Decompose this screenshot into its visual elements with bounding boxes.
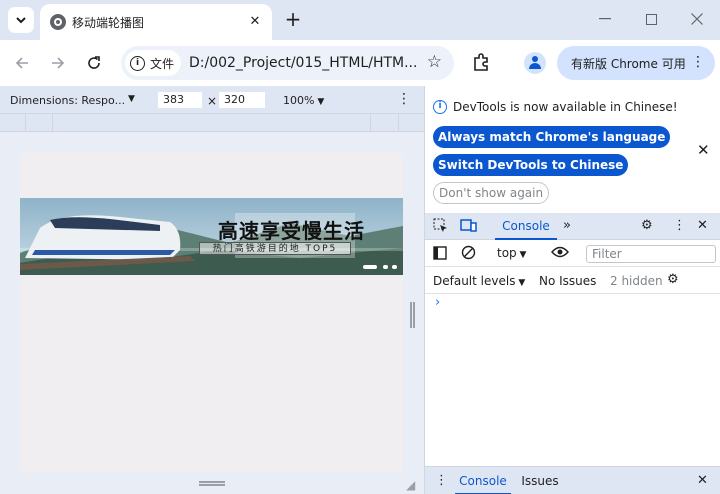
eye-icon[interactable] <box>551 245 569 263</box>
close-icon[interactable]: ✕ <box>697 141 710 159</box>
device-viewport-area: ◢ <box>0 132 424 494</box>
update-label: 有新版 Chrome 可用 <box>571 56 686 71</box>
banner-subtitle: 热门高铁游目的地 TOP5 <box>199 242 351 255</box>
new-tab-button[interactable]: + <box>282 7 304 31</box>
devtools-tabbar: Console » ⚙ ⋮ ✕ <box>425 213 720 240</box>
site-info-chip[interactable]: i 文件 <box>125 50 181 76</box>
site-chip-label: 文件 <box>150 56 175 71</box>
tab-console[interactable]: Console <box>495 213 557 240</box>
devtools-panel: i DevTools is now available in Chinese! … <box>424 86 720 494</box>
close-drawer-icon[interactable]: ✕ <box>697 473 708 488</box>
dimensions-select[interactable]: Dimensions: Respo... <box>10 94 125 107</box>
banner-title: 高速享受慢生活 <box>218 219 365 243</box>
inspect-element-icon[interactable] <box>433 218 448 237</box>
extensions-icon[interactable] <box>470 51 492 73</box>
caret-down-icon: ▼ <box>314 97 325 107</box>
levels-value: Default levels <box>433 274 516 288</box>
dont-show-again-button[interactable]: Don't show again <box>433 182 550 204</box>
tab-title: 移动端轮播图 <box>72 16 145 30</box>
drawer-tab-issues[interactable]: Issues <box>517 467 563 494</box>
notice-text: DevTools is now available in Chinese! <box>453 100 678 114</box>
carousel-dot[interactable] <box>383 265 388 269</box>
carousel-dot-active[interactable] <box>363 265 377 269</box>
filter-input[interactable]: Filter <box>586 245 716 263</box>
more-menu-icon[interactable]: ⋮ <box>691 54 705 70</box>
update-chrome-button[interactable]: 有新版 Chrome 可用 ⋮ <box>557 46 715 80</box>
maximize-icon[interactable] <box>639 8 663 30</box>
minimize-icon[interactable] <box>593 8 617 30</box>
browser-tab[interactable]: 移动端轮播图 ✕ <box>40 4 272 40</box>
tab-search-button[interactable] <box>8 7 34 33</box>
width-input[interactable]: 383 <box>158 92 202 108</box>
more-options-icon[interactable]: ⋮ <box>397 91 411 107</box>
context-select[interactable]: top ▼ <box>497 246 526 260</box>
more-tabs-icon[interactable]: » <box>563 218 571 233</box>
carousel-banner[interactable]: 高速享受慢生活 热门高铁游目的地 TOP5 <box>20 198 403 275</box>
window-close-icon[interactable] <box>685 8 709 30</box>
arrow-left-icon <box>15 57 28 69</box>
globe-icon <box>50 14 66 30</box>
tab-strip: 移动端轮播图 ✕ + <box>0 0 720 40</box>
resize-handle-right[interactable] <box>410 302 415 328</box>
forward-button[interactable] <box>46 51 70 75</box>
console-prompt-icon[interactable]: › <box>435 295 440 310</box>
zoom-select[interactable]: 100% ▼ <box>283 94 324 107</box>
media-query-ruler <box>0 114 424 132</box>
arrow-right-icon <box>52 57 65 69</box>
reload-icon <box>88 56 100 69</box>
sidebar-toggle-icon[interactable] <box>433 246 447 264</box>
switch-chinese-button[interactable]: Switch DevTools to Chinese <box>433 154 629 176</box>
device-toolbar: Dimensions: Respo... ▼ 383 × 320 100% ▼ … <box>0 86 424 114</box>
resize-handle-bottom[interactable] <box>199 481 225 486</box>
console-toolbar: top ▼ Filter <box>425 240 720 267</box>
chevron-down-icon <box>16 16 26 23</box>
more-options-icon[interactable]: ⋮ <box>435 473 448 488</box>
caret-down-icon: ▼ <box>515 278 526 288</box>
language-notice: i DevTools is now available in Chinese! <box>433 100 678 114</box>
info-icon: i <box>130 55 145 71</box>
url-text[interactable]: D:/002_Project/015_HTML/HTM... <box>189 55 417 71</box>
carousel-dot[interactable] <box>392 265 397 269</box>
caret-down-icon[interactable]: ▼ <box>128 94 135 104</box>
address-bar[interactable]: i 文件 D:/002_Project/015_HTML/HTM... ☆ <box>121 46 454 80</box>
always-match-button[interactable]: Always match Chrome's language <box>433 126 671 148</box>
close-icon[interactable]: ✕ <box>246 12 264 30</box>
issues-button[interactable]: No Issues <box>539 274 596 288</box>
profile-avatar[interactable] <box>524 52 546 74</box>
reload-button[interactable] <box>82 51 106 75</box>
times-sign: × <box>207 94 218 108</box>
info-icon: i <box>433 100 447 114</box>
close-devtools-icon[interactable]: ✕ <box>697 218 708 233</box>
back-button[interactable] <box>10 51 34 75</box>
browser-toolbar: i 文件 D:/002_Project/015_HTML/HTM... ☆ 有新… <box>0 40 720 86</box>
drawer-tabbar: ⋮ Console Issues ✕ <box>425 466 720 494</box>
more-options-icon[interactable]: ⋮ <box>673 218 686 233</box>
hidden-count: 2 hidden <box>610 274 663 288</box>
height-input[interactable]: 320 <box>219 92 265 108</box>
drawer-tab-console[interactable]: Console <box>455 467 511 494</box>
log-level-bar: Default levels ▼ No Issues 2 hidden ⚙ <box>425 267 720 294</box>
resize-corner-icon[interactable]: ◢ <box>406 478 415 492</box>
device-toggle-icon[interactable] <box>460 218 477 237</box>
log-levels-select[interactable]: Default levels ▼ <box>433 274 525 288</box>
clear-console-icon[interactable] <box>461 245 476 264</box>
gear-icon[interactable]: ⚙ <box>641 218 653 233</box>
context-value: top <box>497 246 517 260</box>
gear-icon[interactable]: ⚙ <box>667 272 679 287</box>
star-icon[interactable]: ☆ <box>427 52 442 72</box>
zoom-value: 100% <box>283 94 315 107</box>
caret-down-icon: ▼ <box>516 250 527 260</box>
